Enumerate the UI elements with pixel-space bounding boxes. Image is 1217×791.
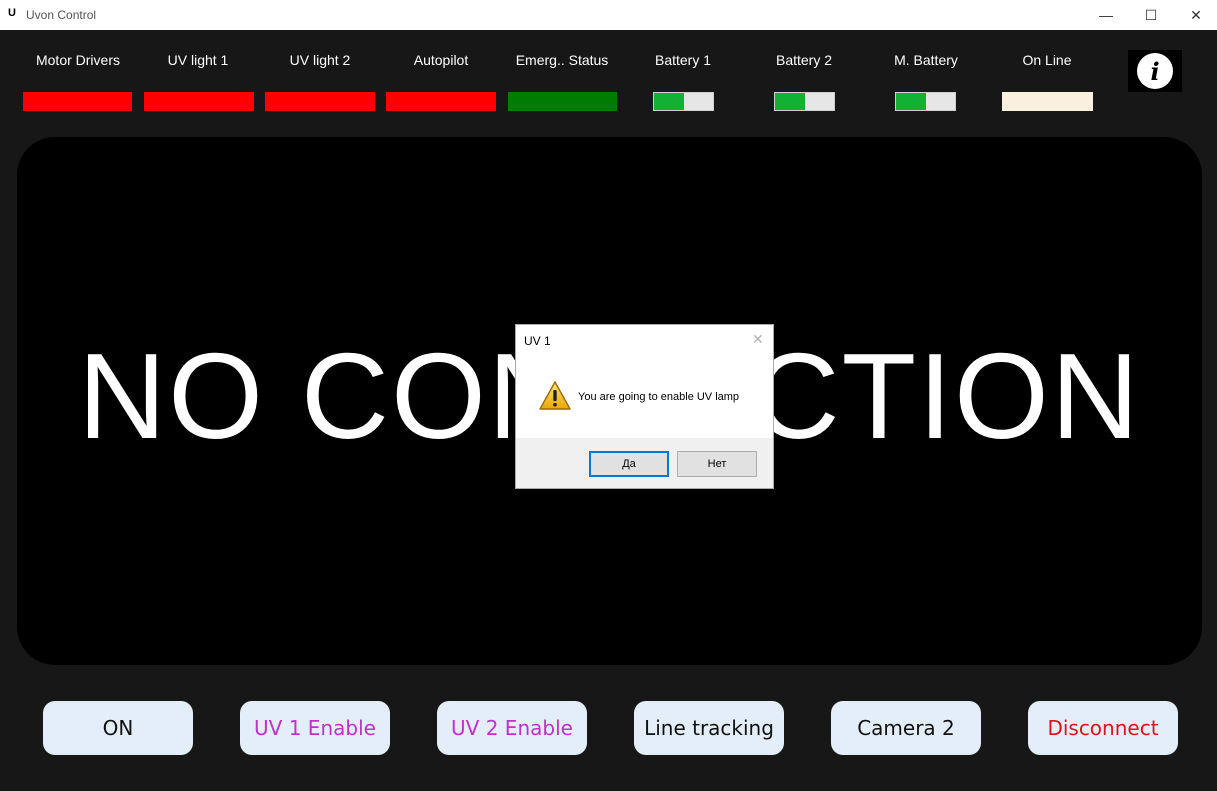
uv-1-enable-button[interactable]: UV 1 Enable: [240, 701, 390, 755]
maximize-button[interactable]: ☐: [1128, 0, 1174, 30]
status-label-battery-2: Battery 2: [775, 52, 833, 68]
confirm-dialog: UV 1 ✕ You are going to enable UV lamp Д…: [515, 324, 774, 489]
battery-2-gauge: [774, 92, 835, 111]
status-label-uv-light-2: UV light 2: [289, 52, 351, 68]
on-line-indicator: [1002, 92, 1093, 111]
uv-2-enable-button[interactable]: UV 2 Enable: [437, 701, 587, 755]
camera-2-button[interactable]: Camera 2: [831, 701, 981, 755]
window-title: Uvon Control: [26, 8, 97, 22]
status-label-on-line: On Line: [1022, 52, 1072, 68]
emergency-status-indicator: [508, 92, 617, 111]
dialog-no-button[interactable]: Нет: [677, 451, 757, 477]
warning-icon: [539, 381, 571, 410]
line-tracking-button[interactable]: Line tracking: [634, 701, 784, 755]
battery-2-level: [775, 93, 805, 110]
info-button[interactable]: i: [1128, 50, 1182, 92]
status-label-m-battery: M. Battery: [894, 52, 958, 68]
status-label-uv-light-1: UV light 1: [167, 52, 229, 68]
disconnect-button[interactable]: Disconnect: [1028, 701, 1178, 755]
m-battery-level: [896, 93, 926, 110]
status-label-emergency-status: Emerg.. Status: [515, 52, 609, 68]
on-button[interactable]: ON: [43, 701, 193, 755]
status-label-autopilot: Autopilot: [413, 52, 469, 68]
status-label-battery-1: Battery 1: [654, 52, 712, 68]
minimize-button[interactable]: —: [1083, 0, 1129, 30]
dialog-yes-button[interactable]: Да: [589, 451, 669, 477]
autopilot-indicator: [386, 92, 496, 111]
info-icon: i: [1137, 53, 1173, 89]
dialog-close-icon[interactable]: ✕: [752, 331, 764, 348]
close-button[interactable]: ✕: [1173, 0, 1217, 30]
dialog-message: You are going to enable UV lamp: [578, 391, 740, 403]
app-logo: U: [8, 7, 16, 19]
status-label-motor-drivers: Motor Drivers: [35, 52, 120, 68]
battery-1-gauge: [653, 92, 714, 111]
window-titlebar: U Uvon Control — ☐ ✕: [0, 0, 1217, 30]
dialog-footer: Да Нет: [516, 438, 773, 488]
dialog-title: UV 1: [524, 334, 551, 348]
m-battery-gauge: [895, 92, 956, 111]
uv-light-1-indicator: [144, 92, 254, 111]
battery-1-level: [654, 93, 684, 110]
uv-light-2-indicator: [265, 92, 375, 111]
motor-drivers-indicator: [23, 92, 132, 111]
